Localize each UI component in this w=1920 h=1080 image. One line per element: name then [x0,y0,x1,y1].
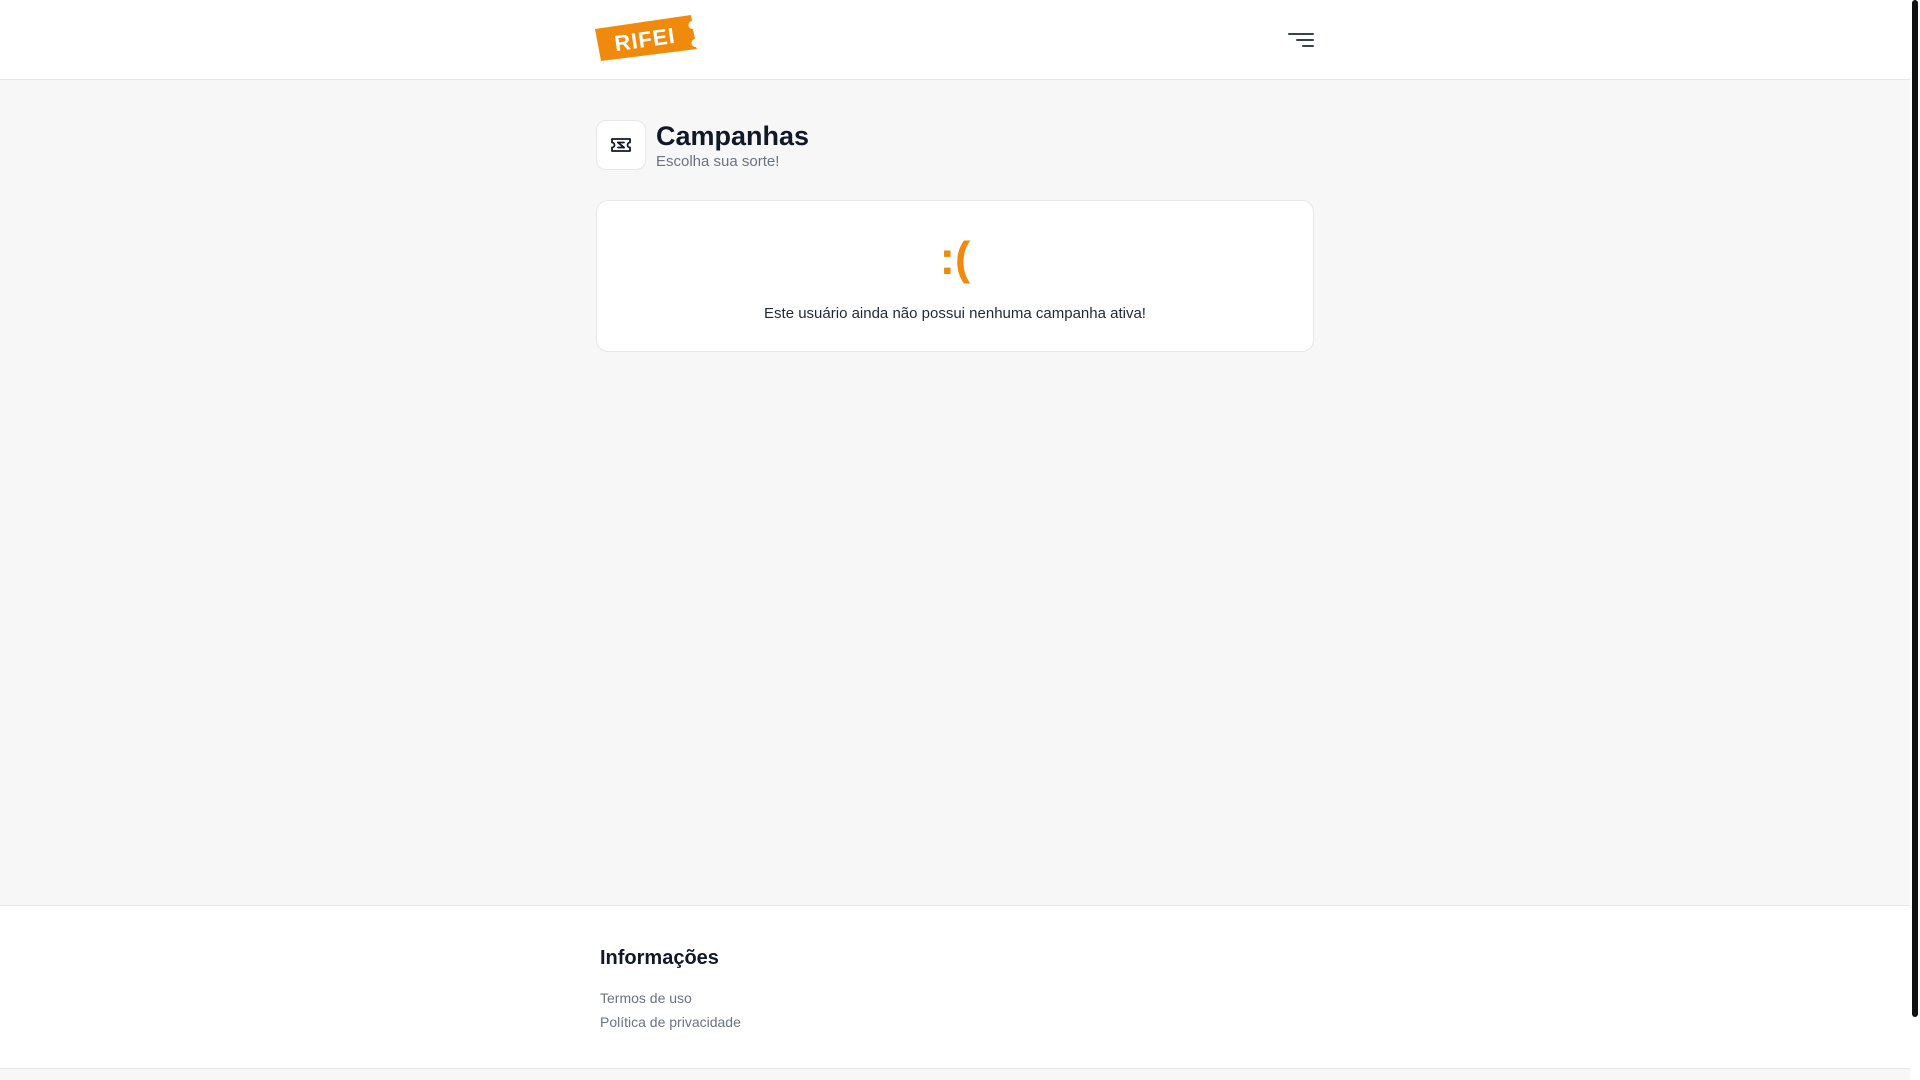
hamburger-menu-icon[interactable] [1286,26,1316,54]
footer: Informações Termos de uso Política de pr… [0,905,1910,1069]
footer-title: Informações [600,947,719,969]
top-navbar: RIFEI [0,0,1910,80]
privacy-policy-link[interactable]: Política de privacidade [600,1013,741,1031]
terms-of-use-link[interactable]: Termos de uso [600,989,692,1007]
page-subtitle: Escolha sua sorte! [656,153,780,170]
rifei-logo[interactable]: RIFEI [595,15,699,61]
ticket-icon [596,120,646,170]
sad-face-emoticon: :( [939,232,971,284]
rifei-logo-ticket: RIFEI [595,15,697,61]
page-title: Campanhas [656,121,810,151]
page: RIFEI Campanhas Escolha sua sorte! :( Es… [0,0,1910,1080]
empty-campaigns-card: :( Este usuário ainda não possui nenhuma… [596,200,1314,352]
empty-state-message: Este usuário ainda não possui nenhuma ca… [764,305,1146,322]
campaigns-header: Campanhas Escolha sua sorte! [596,120,1316,170]
scrollbar-thumb[interactable] [1912,0,1918,1017]
